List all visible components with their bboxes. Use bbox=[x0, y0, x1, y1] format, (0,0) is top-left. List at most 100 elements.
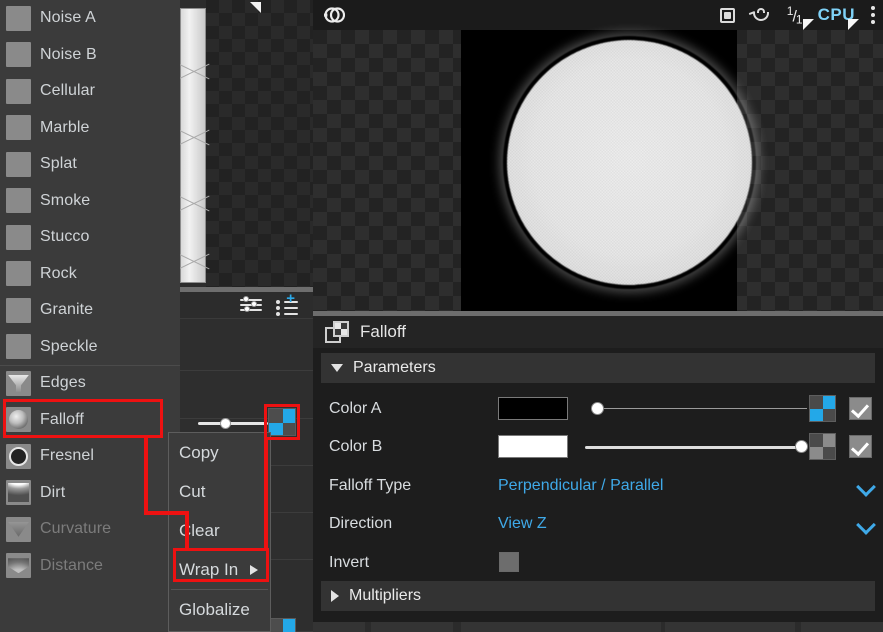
direction-value[interactable]: View Z bbox=[498, 515, 547, 533]
color-a-enable-checkbox[interactable] bbox=[849, 397, 872, 420]
browser-item-stucco[interactable]: Stucco bbox=[0, 219, 180, 256]
preview-toolbar: 1/1 CPU bbox=[313, 0, 883, 30]
annotation-connector bbox=[185, 511, 189, 551]
context-menu-item-copy[interactable]: Copy bbox=[169, 433, 270, 472]
context-menu-item-cut[interactable]: Cut bbox=[169, 472, 270, 511]
param-label: Falloff Type bbox=[329, 477, 411, 495]
cellular-thumbnail bbox=[6, 79, 31, 104]
color-a-texture-button[interactable] bbox=[809, 395, 836, 422]
browser-item-curvature: Curvature bbox=[0, 511, 180, 548]
color-b-texture-button[interactable] bbox=[809, 433, 836, 460]
browser-item-marble[interactable]: Marble bbox=[0, 110, 180, 147]
browser-item-label: Falloff bbox=[40, 411, 84, 429]
fresnel-icon bbox=[6, 444, 31, 469]
param-row-color-a[interactable]: Color A bbox=[313, 389, 883, 428]
preview-sphere bbox=[507, 40, 752, 285]
color-b-swatch[interactable] bbox=[498, 435, 568, 458]
graph-row-slider-knob[interactable] bbox=[220, 418, 231, 429]
teapot-icon[interactable] bbox=[751, 8, 771, 22]
context-menu-item-globalize[interactable]: Globalize bbox=[169, 590, 270, 629]
browser-item-noise-b[interactable]: Noise B bbox=[0, 37, 180, 74]
vertical-scrollbar[interactable] bbox=[180, 8, 206, 283]
submenu-arrow-icon bbox=[250, 565, 258, 575]
chevron-down-icon[interactable] bbox=[858, 517, 874, 533]
param-row-color-b[interactable]: Color B bbox=[313, 427, 883, 466]
node-header: Falloff bbox=[313, 316, 883, 348]
graph-row[interactable] bbox=[180, 319, 313, 371]
section-header-multipliers[interactable]: Multipliers bbox=[321, 581, 875, 611]
param-row-invert[interactable]: Invert bbox=[313, 543, 883, 582]
section-label: Multipliers bbox=[349, 587, 421, 605]
falloff-type-value[interactable]: Perpendicular / Parallel bbox=[498, 477, 663, 495]
browser-item-splat[interactable]: Splat bbox=[0, 146, 180, 183]
browser-item-rock[interactable]: Rock bbox=[0, 256, 180, 293]
context-menu-item-label: Globalize bbox=[179, 600, 250, 620]
browser-item-smoke[interactable]: Smoke bbox=[0, 183, 180, 220]
node-browser-list[interactable]: Noise A Noise B Cellular Marble Splat Sm… bbox=[0, 0, 180, 632]
color-b-slider-knob[interactable] bbox=[795, 440, 808, 453]
context-menu-item-label: Copy bbox=[179, 443, 219, 463]
context-menu-item-wrap-in[interactable]: Wrap In bbox=[169, 550, 270, 589]
browser-item-falloff[interactable]: Falloff bbox=[0, 402, 180, 439]
status-bar bbox=[313, 622, 883, 632]
section-header-parameters[interactable]: Parameters bbox=[321, 353, 875, 383]
edges-icon bbox=[6, 371, 31, 396]
context-menu-item-label: Wrap In bbox=[179, 560, 238, 580]
param-label: Invert bbox=[329, 554, 369, 572]
texture-swatch-button[interactable] bbox=[268, 408, 296, 436]
param-row-falloff-type[interactable]: Falloff Type Perpendicular / Parallel bbox=[313, 466, 883, 505]
browser-item-label: Speckle bbox=[40, 338, 98, 356]
render-square-icon[interactable] bbox=[720, 8, 735, 23]
context-menu-item-label: Cut bbox=[179, 482, 205, 502]
noise-a-thumbnail bbox=[6, 6, 31, 31]
app-window: Noise A Noise B Cellular Marble Splat Sm… bbox=[0, 0, 883, 632]
browser-item-noise-a[interactable]: Noise A bbox=[0, 0, 180, 37]
preview-backdrop bbox=[461, 30, 737, 311]
browser-item-fresnel[interactable]: Fresnel bbox=[0, 438, 180, 475]
browser-item-label: Marble bbox=[40, 119, 90, 137]
browser-item-label: Distance bbox=[40, 557, 103, 575]
param-label: Direction bbox=[329, 515, 392, 533]
browser-item-cellular[interactable]: Cellular bbox=[0, 73, 180, 110]
browser-item-granite[interactable]: Granite bbox=[0, 292, 180, 329]
color-a-swatch[interactable] bbox=[498, 397, 568, 420]
noise-b-thumbnail bbox=[6, 42, 31, 67]
add-to-list-icon[interactable]: + bbox=[276, 296, 298, 314]
context-menu[interactable]: Copy Cut Clear Wrap In Globalize bbox=[168, 432, 271, 632]
param-label: Color B bbox=[329, 438, 382, 456]
stucco-thumbnail bbox=[6, 225, 31, 250]
graph-row-slider[interactable] bbox=[198, 422, 268, 425]
rock-thumbnail bbox=[6, 261, 31, 286]
dirt-icon bbox=[6, 480, 31, 505]
device-dropdown-triangle-icon[interactable] bbox=[848, 19, 859, 30]
texture-swatch-button[interactable] bbox=[268, 618, 296, 632]
properties-panel: 1/1 CPU Falloff bbox=[313, 0, 883, 632]
browser-item-label: Granite bbox=[40, 301, 93, 319]
color-b-slider-track[interactable] bbox=[585, 446, 807, 449]
marble-thumbnail bbox=[6, 115, 31, 140]
annotation-connector bbox=[264, 437, 268, 549]
goggles-icon-svg bbox=[323, 5, 345, 25]
kebab-menu-icon[interactable] bbox=[871, 6, 875, 24]
annotation-connector bbox=[144, 511, 189, 515]
color-a-slider-knob[interactable] bbox=[591, 402, 604, 415]
browser-item-label: Noise A bbox=[40, 9, 96, 27]
chevron-down-icon[interactable] bbox=[858, 479, 874, 495]
browser-item-speckle[interactable]: Speckle bbox=[0, 329, 180, 366]
goggles-icon[interactable] bbox=[323, 5, 345, 25]
graph-toolbar: + bbox=[180, 292, 313, 319]
sample-ratio-dropdown-triangle-icon[interactable] bbox=[803, 19, 814, 30]
invert-checkbox[interactable] bbox=[499, 552, 519, 572]
material-preview[interactable] bbox=[313, 30, 883, 311]
section-label: Parameters bbox=[353, 359, 436, 377]
sliders-icon[interactable] bbox=[240, 297, 262, 313]
graph-checker-background bbox=[206, 0, 313, 287]
color-b-enable-checkbox[interactable] bbox=[849, 435, 872, 458]
param-row-direction[interactable]: Direction View Z bbox=[313, 504, 883, 543]
collapse-triangle-icon[interactable] bbox=[250, 2, 261, 13]
browser-item-dirt[interactable]: Dirt bbox=[0, 475, 180, 512]
browser-item-edges[interactable]: Edges bbox=[0, 365, 180, 402]
color-a-slider-track[interactable] bbox=[591, 408, 807, 409]
falloff-icon bbox=[6, 407, 31, 432]
sample-ratio-label[interactable]: 1/1 bbox=[787, 4, 802, 26]
